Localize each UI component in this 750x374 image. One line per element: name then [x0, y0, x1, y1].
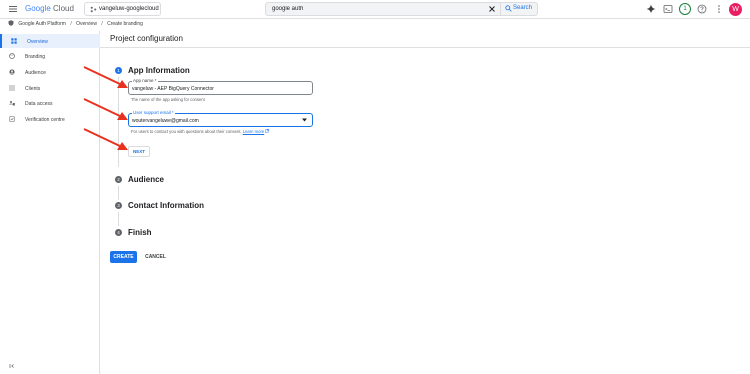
logo-cloud-text: Cloud	[53, 4, 74, 13]
project-picker[interactable]: vangeluw-googlecloud	[84, 2, 161, 16]
more-options-icon[interactable]	[714, 4, 724, 14]
support-email-label: User support email *	[132, 110, 175, 115]
step-number-2: 2	[115, 176, 122, 183]
top-bar: Google Cloud vangeluw-googlecloud Search…	[0, 0, 750, 19]
step-number-3: 3	[115, 202, 122, 209]
shield-icon	[8, 20, 14, 26]
clear-search-icon[interactable]	[488, 5, 496, 13]
breadcrumb-item-create-branding: Create branding	[107, 21, 143, 27]
step-number-4: 4	[115, 229, 122, 236]
verification-icon	[9, 116, 15, 122]
project-icon	[90, 6, 97, 13]
app-name-hint: The name of the app asking for consent	[131, 97, 205, 102]
breadcrumb-separator: /	[70, 21, 72, 27]
sidebar-item-branding[interactable]: Branding	[0, 49, 100, 63]
google-cloud-logo[interactable]: Google Cloud	[25, 4, 74, 13]
apps-icon	[9, 85, 15, 91]
next-button[interactable]: NEXT	[128, 146, 150, 157]
sidebar-item-overview[interactable]: Overview	[0, 34, 100, 48]
search-button[interactable]: Search	[500, 2, 537, 16]
support-email-hint-text: For users to contact you with questions …	[131, 129, 242, 134]
app-name-input[interactable]	[132, 85, 292, 92]
stepper-line	[118, 186, 119, 200]
learn-more-link[interactable]: Learn more	[243, 129, 264, 134]
annotation-arrow	[83, 98, 128, 120]
breadcrumb-item-auth-platform[interactable]: Google Auth Platform	[18, 21, 66, 27]
cloud-shell-terminal-icon[interactable]	[663, 4, 673, 14]
dropdown-arrow-icon[interactable]	[302, 118, 307, 122]
support-email-hint: For users to contact you with questions …	[131, 129, 270, 134]
step-title-audience[interactable]: Audience	[128, 175, 164, 184]
create-button[interactable]: CREATE	[110, 251, 137, 263]
project-name: vangeluw-googlecloud	[99, 6, 159, 12]
breadcrumb: Google Auth Platform / Overview / Create…	[8, 20, 143, 29]
sidebar-item-label: Clients	[25, 86, 41, 92]
step-title-contact-information[interactable]: Contact Information	[128, 201, 204, 210]
search-input[interactable]	[272, 6, 472, 12]
sidebar-item-label: Audience	[25, 70, 46, 76]
palette-icon	[9, 53, 15, 59]
person-icon	[9, 69, 15, 75]
search-box: Search	[265, 2, 538, 16]
stepper-line	[118, 212, 119, 226]
help-icon[interactable]	[697, 4, 707, 14]
sidebar-item-label: Overview	[27, 39, 48, 45]
search-icon	[505, 5, 512, 12]
annotation-arrow	[83, 128, 128, 150]
breadcrumb-item-overview[interactable]: Overview	[76, 21, 97, 27]
page-title: Project configuration	[110, 34, 183, 43]
app-name-field[interactable]: App name *	[128, 78, 313, 95]
sidebar-item-label: Data access	[25, 101, 53, 107]
step-title-finish[interactable]: Finish	[128, 228, 152, 237]
grid-icon	[11, 38, 17, 44]
annotation-arrow	[83, 66, 128, 88]
avatar[interactable]: W	[729, 3, 742, 16]
step-title-app-information: App Information	[128, 66, 190, 75]
cancel-button[interactable]: CANCEL	[143, 251, 168, 263]
divider	[100, 47, 750, 48]
search-button-label: Search	[513, 5, 533, 11]
sidebar-item-label: Verification centre	[25, 117, 65, 123]
notifications-badge[interactable]: 1	[679, 3, 691, 15]
logo-google-text: Google	[25, 4, 51, 13]
external-link-icon	[265, 129, 270, 133]
collapse-sidebar-icon[interactable]	[9, 363, 15, 369]
app-name-label: App name *	[132, 78, 158, 83]
sidebar-item-label: Branding	[25, 54, 46, 60]
support-email-select[interactable]	[132, 117, 292, 124]
data-access-icon	[9, 101, 15, 106]
hamburger-menu-icon[interactable]	[8, 4, 18, 14]
gemini-sparkle-icon[interactable]	[646, 4, 656, 14]
support-email-field[interactable]: User support email *	[128, 110, 313, 127]
breadcrumb-separator: /	[101, 21, 103, 27]
